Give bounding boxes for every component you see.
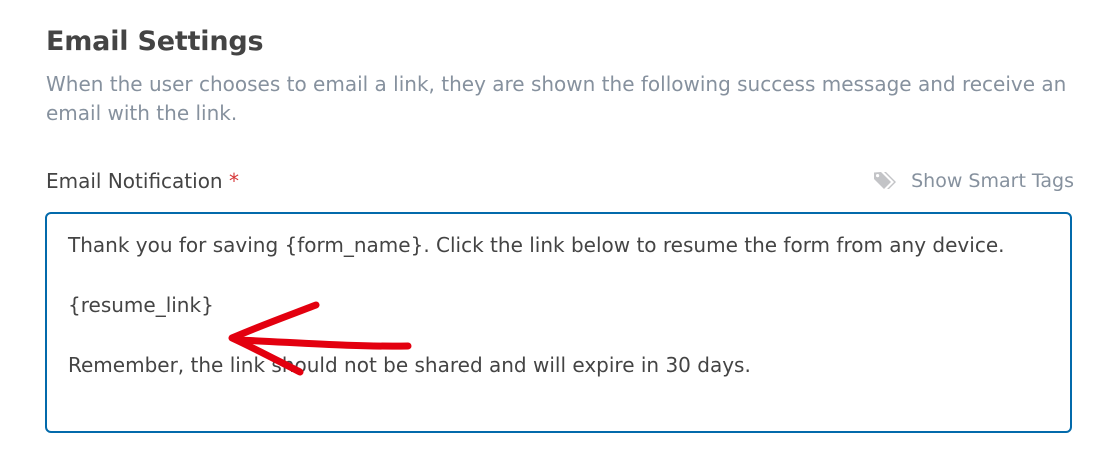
email-notification-message: Thank you for saving {form_name}. Click … bbox=[68, 230, 1030, 380]
message-line-thank-you: Thank you for saving {form_name}. Click … bbox=[68, 233, 1005, 257]
tag-icon bbox=[873, 170, 901, 192]
show-smart-tags-label: Show Smart Tags bbox=[911, 170, 1074, 192]
required-marker: * bbox=[228, 169, 239, 193]
message-line-reminder: Remember, the link should not be shared … bbox=[68, 353, 751, 377]
email-notification-label: Email Notification * bbox=[46, 166, 239, 196]
email-notification-textarea[interactable]: Thank you for saving {form_name}. Click … bbox=[45, 212, 1072, 433]
show-smart-tags-link[interactable]: Show Smart Tags bbox=[873, 166, 1074, 196]
email-notification-label-text: Email Notification bbox=[46, 169, 223, 193]
message-line-resume-link: {resume_link} bbox=[68, 293, 214, 317]
section-title: Email Settings bbox=[46, 26, 264, 57]
section-description: When the user chooses to email a link, t… bbox=[46, 72, 1067, 125]
